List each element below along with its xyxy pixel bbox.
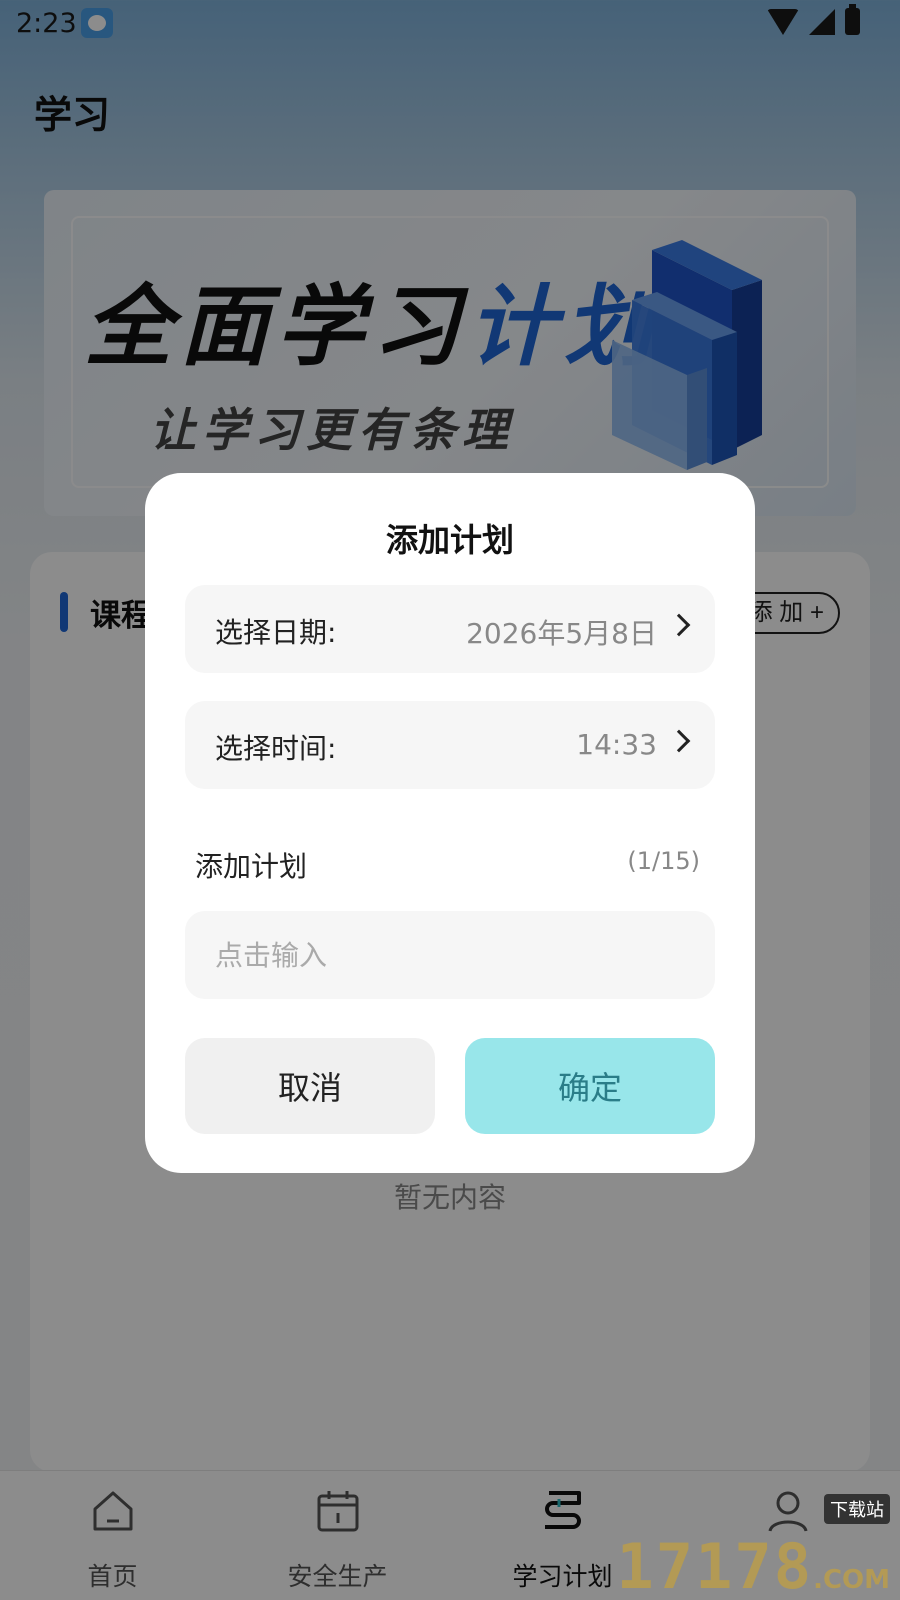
date-value: 2026年5月8日	[466, 617, 657, 650]
date-label: 选择日期:	[215, 616, 337, 649]
chevron-right-icon	[667, 613, 691, 637]
dialog-title: 添加计划	[385, 521, 514, 559]
plan-input[interactable]	[185, 911, 715, 999]
confirm-button[interactable]: 确定	[465, 1038, 715, 1134]
watermark-digits: 17178	[616, 1530, 814, 1600]
time-picker-row[interactable]: 选择时间: 14:33	[185, 701, 715, 789]
chevron-right-icon	[667, 729, 691, 753]
cancel-button[interactable]: 取消	[185, 1038, 435, 1134]
watermark-tag: 下载站	[824, 1494, 890, 1524]
add-plan-dialog: 添加计划 选择日期: 2026年5月8日 选择时间: 14:33 添加计划 (1…	[145, 473, 755, 1173]
date-picker-row[interactable]: 选择日期: 2026年5月8日	[185, 585, 715, 673]
plan-label: 添加计划	[195, 850, 308, 883]
time-value: 14:33	[576, 728, 657, 761]
watermark-logo: 下载站 17178.COM	[616, 1494, 890, 1600]
watermark-suffix: .COM	[813, 1565, 890, 1595]
plan-char-count: (1/15)	[627, 847, 700, 875]
time-label: 选择时间:	[215, 732, 337, 765]
